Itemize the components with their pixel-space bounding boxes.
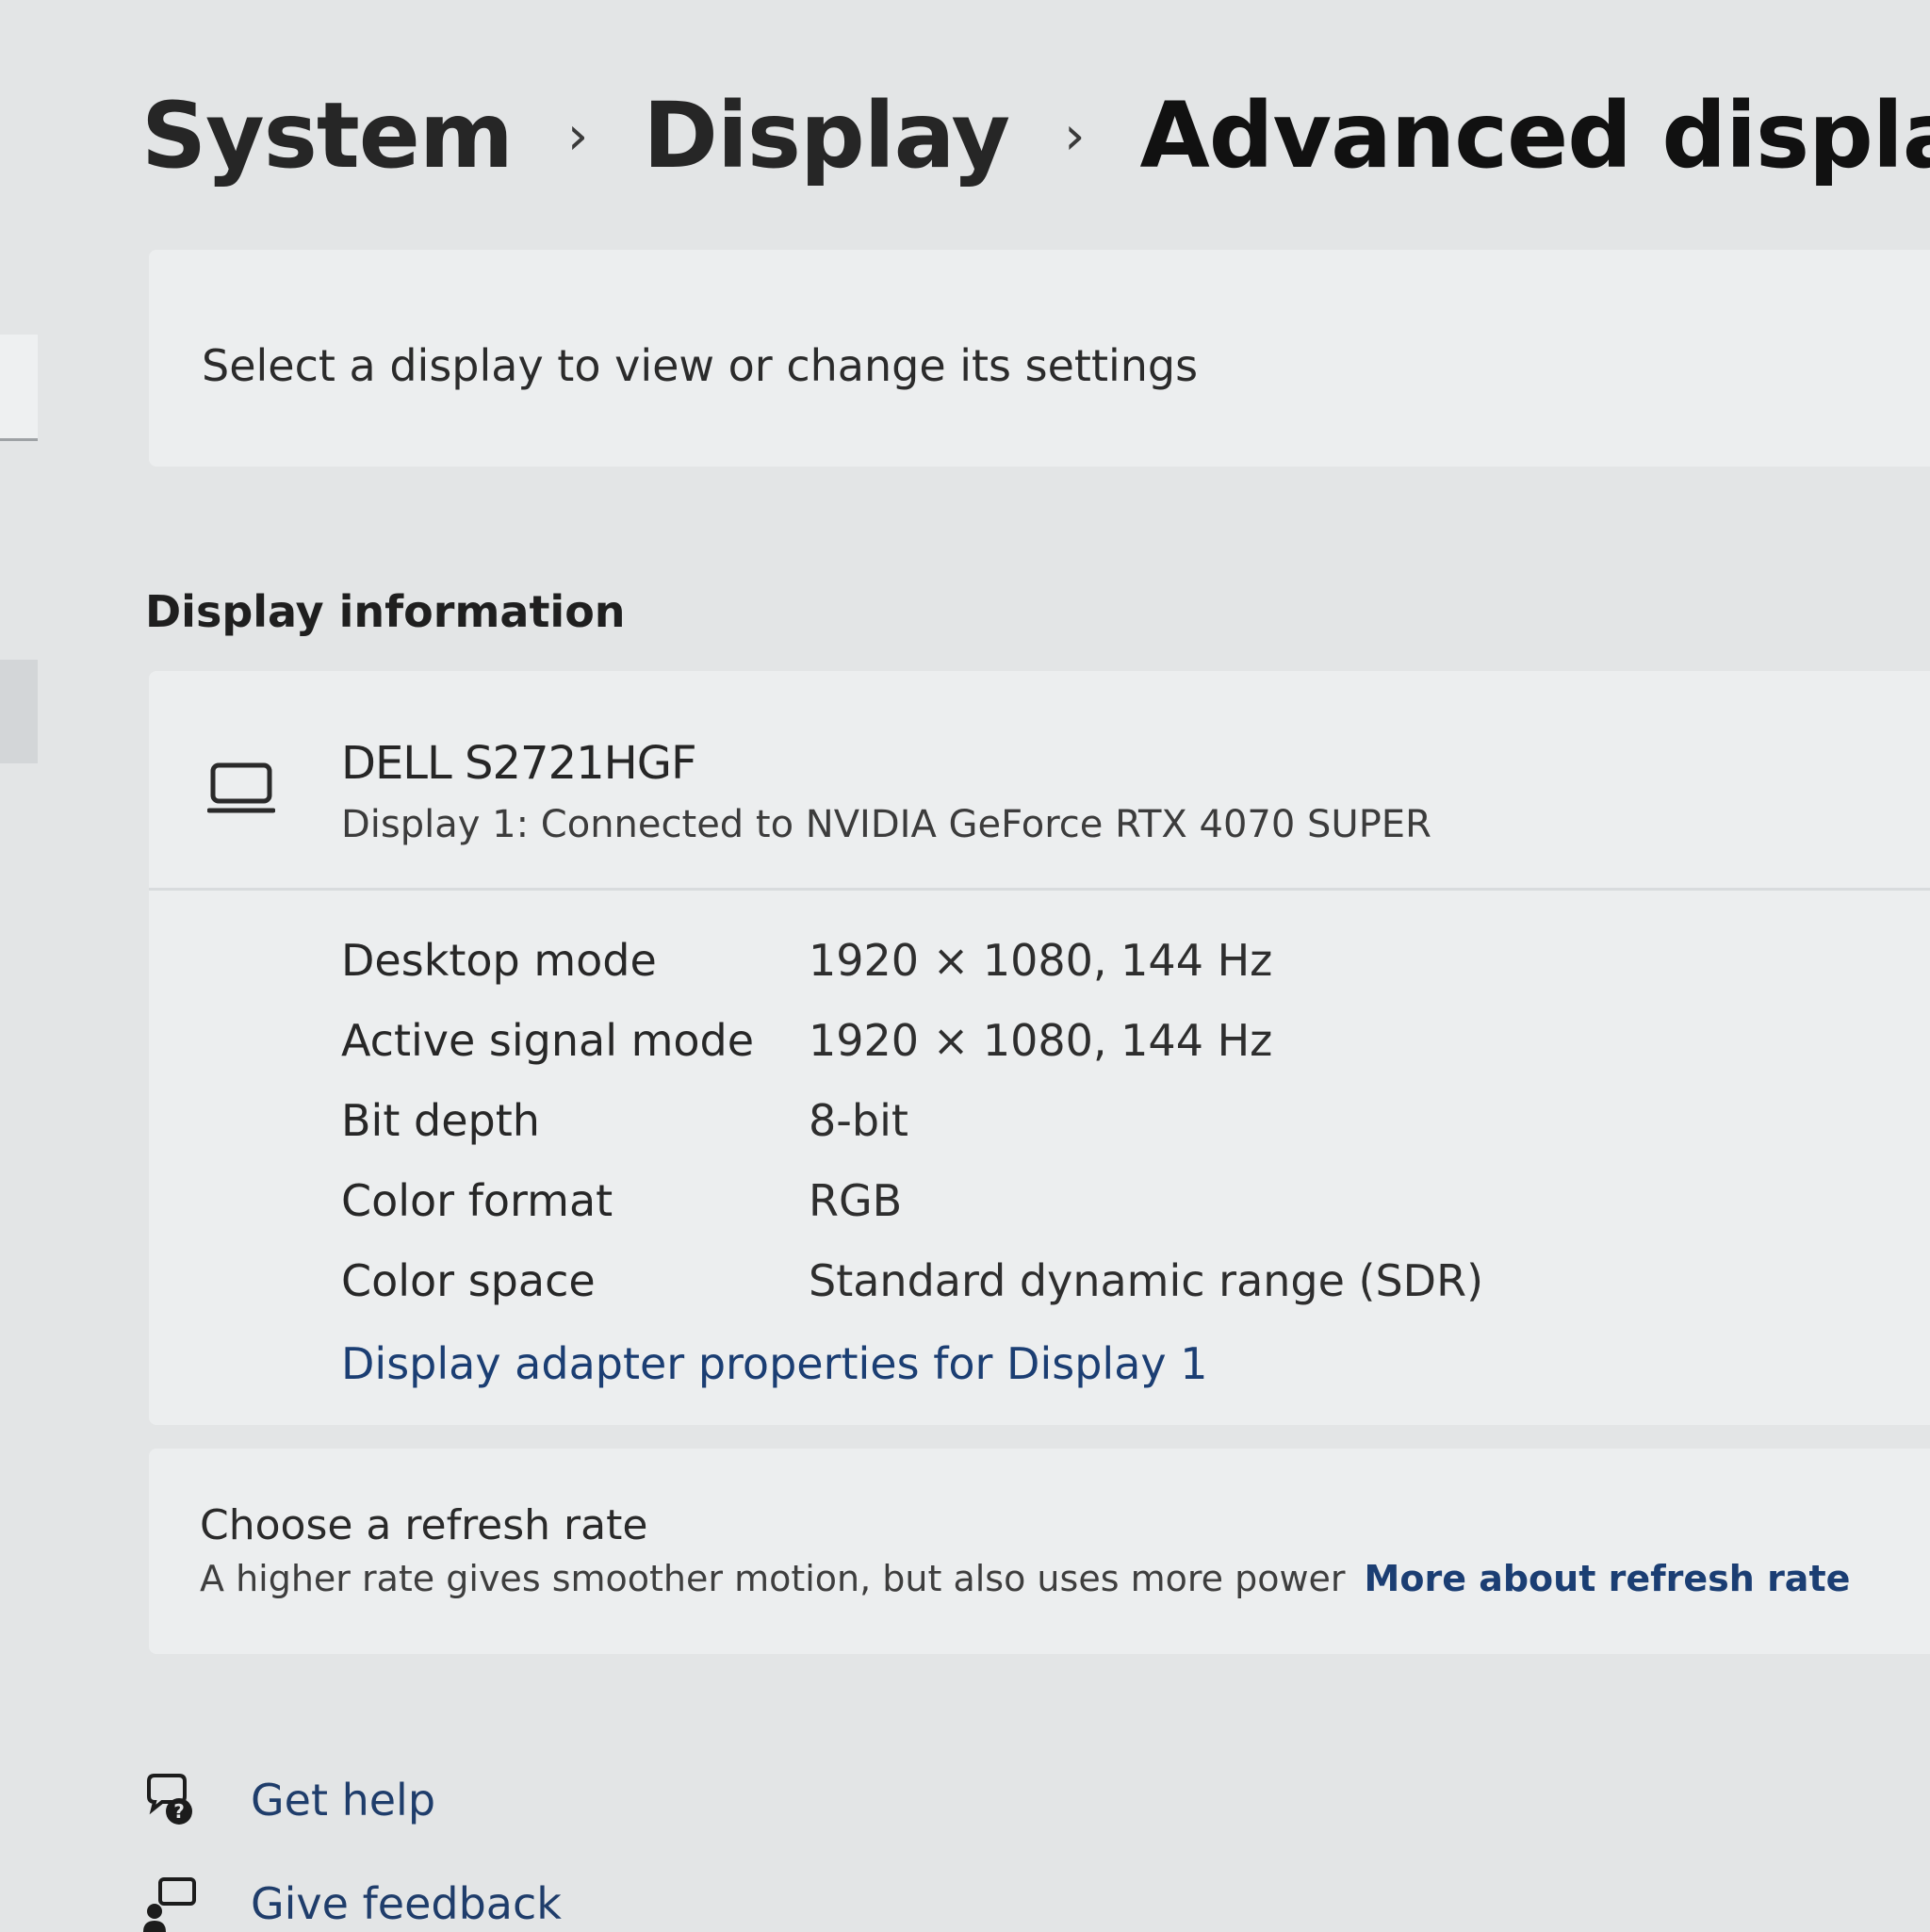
info-value-bit-depth: 8-bit: [809, 1095, 908, 1146]
info-label-desktop-mode: Desktop mode: [341, 935, 657, 986]
display-information-card: DELL S2721HGF Display 1: Connected to NV…: [149, 671, 1930, 1425]
display-information-heading: Display information: [145, 586, 626, 637]
refresh-rate-description-row: A higher rate gives smoother motion, but…: [200, 1558, 1850, 1599]
breadcrumb-display[interactable]: Display: [643, 83, 1010, 188]
nav-pane-edge-secondary: [0, 660, 38, 763]
info-label-active-signal-mode: Active signal mode: [341, 1015, 755, 1066]
display-adapter-properties-link[interactable]: Display adapter properties for Display 1: [341, 1338, 1208, 1389]
breadcrumb-separator: ›: [566, 105, 589, 167]
info-value-desktop-mode: 1920 × 1080, 144 Hz: [809, 935, 1273, 986]
monitor-name: DELL S2721HGF: [341, 737, 697, 790]
monitor-icon: [207, 762, 275, 813]
give-feedback-label: Give feedback: [251, 1878, 562, 1929]
page-title: Advanced display: [1139, 83, 1930, 188]
refresh-rate-card: Choose a refresh rate A higher rate give…: [149, 1449, 1930, 1654]
breadcrumb-system[interactable]: System: [141, 83, 514, 188]
more-about-refresh-rate-link[interactable]: More about refresh rate: [1365, 1558, 1851, 1599]
monitor-connection: Display 1: Connected to NVIDIA GeForce R…: [341, 803, 1431, 846]
info-label-bit-depth: Bit depth: [341, 1095, 540, 1146]
info-value-color-format: RGB: [809, 1175, 903, 1226]
feedback-icon: [143, 1877, 196, 1932]
info-label-color-format: Color format: [341, 1175, 613, 1226]
info-value-active-signal-mode: 1920 × 1080, 144 Hz: [809, 1015, 1273, 1066]
get-help-label: Get help: [251, 1775, 436, 1826]
refresh-rate-description: A higher rate gives smoother motion, but…: [200, 1558, 1346, 1599]
breadcrumb: System › Display › Advanced display: [141, 83, 1930, 188]
select-display-label: Select a display to view or change its s…: [202, 340, 1199, 391]
nav-pane-edge: [0, 335, 38, 441]
svg-text:?: ?: [173, 1800, 185, 1823]
info-label-color-space: Color space: [341, 1255, 596, 1306]
info-value-color-space: Standard dynamic range (SDR): [809, 1255, 1484, 1306]
select-display-card[interactable]: Select a display to view or change its s…: [149, 250, 1930, 467]
help-icon: ?: [147, 1774, 192, 1825]
divider: [149, 888, 1930, 891]
get-help-link[interactable]: ? Get help: [141, 1772, 435, 1828]
give-feedback-link[interactable]: Give feedback: [141, 1875, 562, 1932]
breadcrumb-separator: ›: [1064, 105, 1086, 167]
refresh-rate-title: Choose a refresh rate: [200, 1501, 648, 1549]
